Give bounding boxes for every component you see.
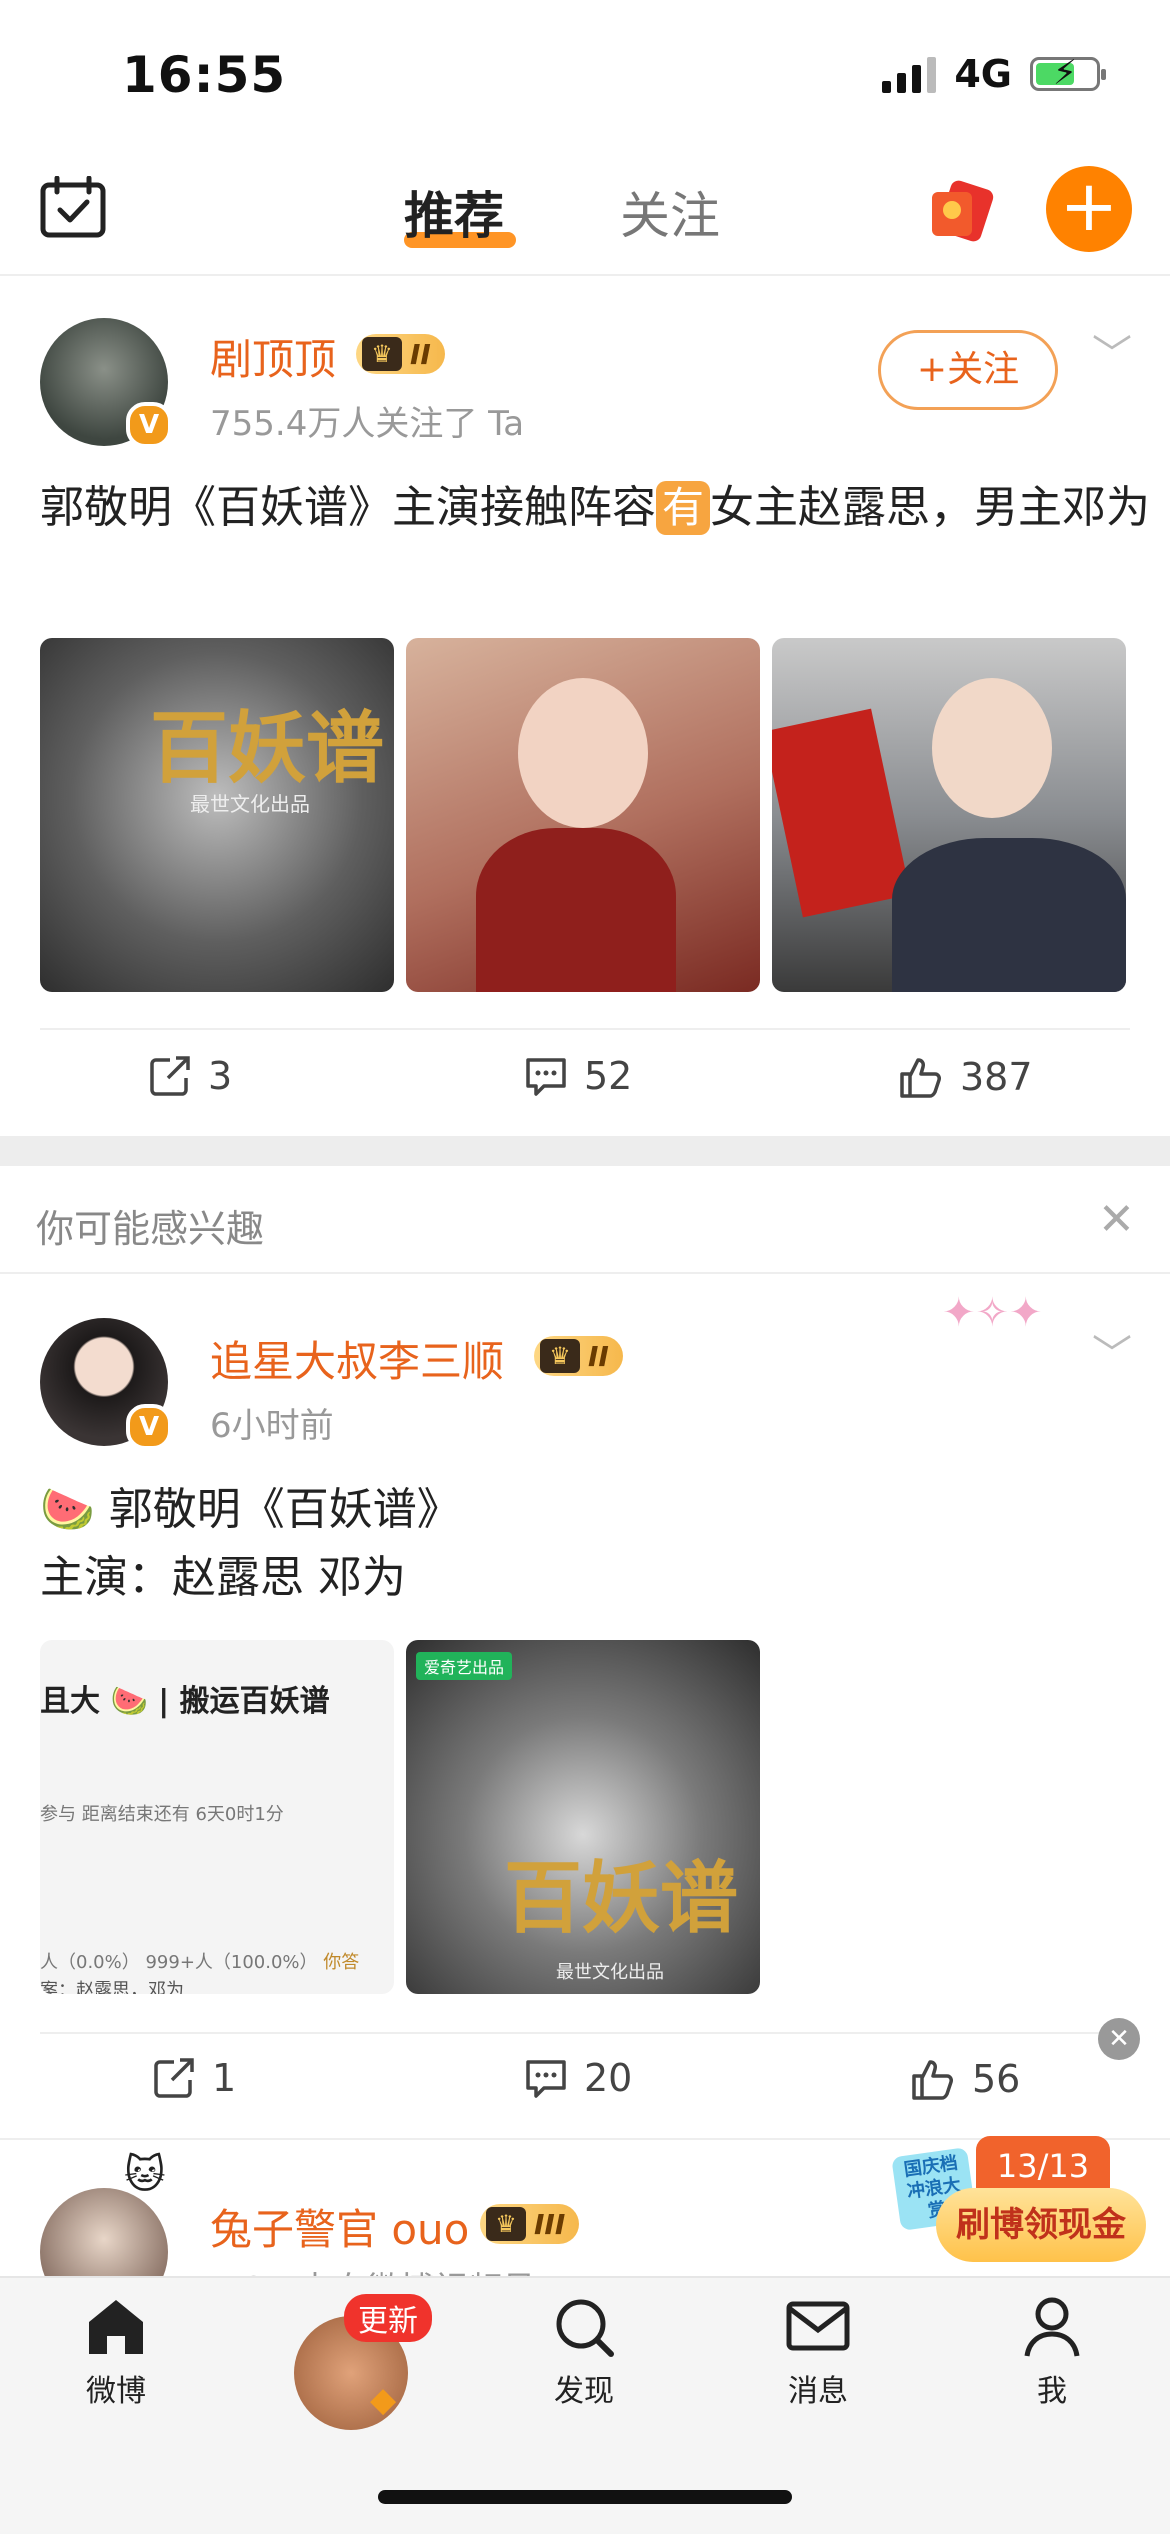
mail-icon <box>786 2301 850 2351</box>
crown-icon: ♛ <box>486 2207 526 2241</box>
diamond-icon: ◆ <box>370 2380 397 2420</box>
search-icon <box>556 2299 614 2357</box>
post-text-line1: 🍉 郭敬明《百妖谱》 <box>40 1484 461 1535</box>
verified-badge: V <box>126 402 172 448</box>
vip-level-badge: ♛ III <box>480 2204 580 2244</box>
signal-icon <box>882 55 937 93</box>
chevron-down-icon[interactable]: ﹀ <box>1092 322 1132 380</box>
red-packet-icon[interactable] <box>924 174 1000 248</box>
tab-messages[interactable]: 消息 <box>738 2296 898 2410</box>
network-label: 4G <box>954 52 1012 96</box>
comment-button[interactable]: 20 <box>524 2056 632 2100</box>
thumbs-up-icon <box>912 2060 953 2100</box>
section-gap <box>0 1136 1170 1166</box>
promo-counter: 13/13 <box>976 2136 1110 2196</box>
vip-level-badge: ♛ II <box>534 1336 623 1376</box>
tab-recommend[interactable]: 推荐 <box>404 176 504 248</box>
tab-discover[interactable]: 发现 <box>504 2296 664 2410</box>
post-image-poster[interactable]: 百妖谱 最世文化出品 <box>40 638 394 992</box>
comment-icon <box>526 2060 566 2098</box>
comment-icon <box>526 1058 566 1096</box>
verified-badge: V <box>126 1404 172 1450</box>
like-button[interactable]: 56 <box>910 2056 1020 2102</box>
post-image-actor[interactable] <box>772 638 1126 992</box>
has-badge: 有 <box>656 481 711 535</box>
suggest-label: 你可能感兴趣 <box>36 1207 265 1251</box>
post-time: 6小时前 <box>210 1406 334 1446</box>
username[interactable]: 兔子警官 ouo <box>210 2196 469 2257</box>
profile-icon <box>1024 2297 1080 2357</box>
comment-button[interactable]: 52 <box>524 1054 632 1098</box>
username[interactable]: 剧顶顶 <box>210 326 336 387</box>
repost-icon <box>150 1056 190 1096</box>
repost-icon <box>154 2058 194 2098</box>
close-icon[interactable]: ✕ <box>1098 1194 1135 1245</box>
status-time: 16:55 <box>122 46 287 104</box>
crown-icon: ♛ <box>540 1339 580 1373</box>
hello-kitty-icon: 🐱 <box>124 2152 166 2198</box>
thumbs-up-icon <box>900 1058 941 1098</box>
repost-button[interactable]: 3 <box>148 1054 232 1098</box>
home-indicator <box>378 2490 792 2504</box>
sparkle-decoration-icon: ✦✧✦ <box>942 1290 1043 1336</box>
calendar-check-icon[interactable] <box>40 175 106 242</box>
cash-reward-button[interactable]: 刷博领现金 <box>936 2188 1146 2262</box>
tab-following[interactable]: 关注 <box>620 176 720 248</box>
vip-level-badge: ♛ II <box>356 334 445 374</box>
battery-icon: ⚡ <box>1030 56 1106 91</box>
crown-icon: ♛ <box>362 337 402 371</box>
follower-count: 755.4万人关注了 Ta <box>210 404 525 444</box>
post-image-poster[interactable]: 爱奇艺出品 百妖谱 最世文化出品 <box>406 1640 760 1994</box>
tab-weibo[interactable]: 微博 <box>36 2296 196 2410</box>
post-text: 郭敬明《百妖谱》主演接触阵容有女主赵露思，男主邓为 <box>40 481 1151 535</box>
update-badge: 更新 <box>344 2294 432 2342</box>
tab-me[interactable]: 我 <box>972 2296 1132 2410</box>
like-button[interactable]: 387 <box>898 1054 1033 1100</box>
username[interactable]: 追星大叔李三顺 <box>210 1328 504 1389</box>
divider <box>0 1272 1170 1274</box>
chevron-down-icon[interactable]: ﹀ <box>1092 1322 1132 1380</box>
post-image-actress[interactable] <box>406 638 760 992</box>
post-text-line2: 主演：赵露思 邓为 <box>40 1552 406 1603</box>
divider <box>40 2032 1130 2034</box>
home-icon <box>89 2300 143 2354</box>
compose-plus-button[interactable]: + <box>1046 166 1132 252</box>
poll-card-image[interactable]: 且大 🍉 | 搬运百妖谱 参与 距离结束还有 6天0时1分 人（0.0%） 99… <box>40 1640 394 1994</box>
repost-button[interactable]: 1 <box>152 2056 236 2100</box>
close-icon[interactable]: ✕ <box>1098 2018 1140 2060</box>
divider <box>40 1028 1130 1030</box>
status-indicators: 4G ⚡ <box>882 52 1106 96</box>
follow-button[interactable]: +关注 <box>878 330 1058 410</box>
